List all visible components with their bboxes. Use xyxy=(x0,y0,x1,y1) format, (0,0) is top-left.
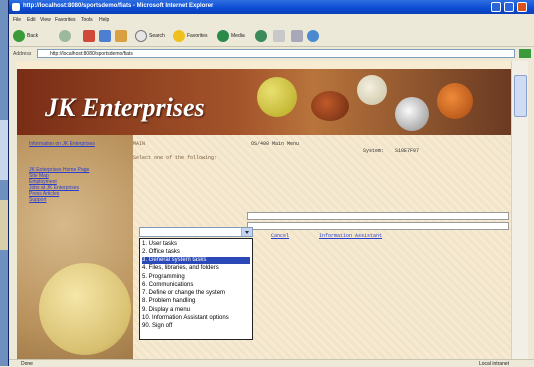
address-bar: Address http://localhost:8080/sportsdemo… xyxy=(9,48,534,60)
information-assistant-link[interactable]: Information Assistant xyxy=(319,233,382,239)
go-button[interactable] xyxy=(519,49,531,58)
favorites-label: Favorites xyxy=(187,33,208,39)
media-label: Media xyxy=(231,33,245,39)
tennis-ball-image xyxy=(39,263,131,355)
background-window-strip xyxy=(0,200,8,250)
dropdown-option[interactable]: 6. Communications xyxy=(142,282,250,289)
ie-icon xyxy=(12,3,20,11)
zone-indicator: Local intranet xyxy=(479,361,510,367)
basketball-image xyxy=(437,83,473,119)
search-icon xyxy=(135,30,147,42)
sidebar-link-support[interactable]: Support xyxy=(29,197,47,203)
dropdown-option[interactable]: 7. Define or change the system xyxy=(142,290,250,297)
browser-window: http://localhost:8080/sportsdemo/fiats -… xyxy=(8,0,534,367)
banner: JK Enterprises xyxy=(17,69,511,135)
menu-help[interactable]: Help xyxy=(99,17,109,23)
dropdown-option[interactable]: 1. User tasks xyxy=(142,241,250,248)
menu-edit[interactable]: Edit xyxy=(27,17,36,23)
dropdown-option[interactable]: 8. Problem handling xyxy=(142,298,250,305)
mail-icon xyxy=(273,30,285,42)
address-input[interactable]: http://localhost:8080/sportsdemo/fiats xyxy=(37,49,515,58)
baseball-image xyxy=(357,75,387,105)
address-label: Address xyxy=(13,51,32,57)
dropdown-option[interactable]: 9. Display a menu xyxy=(142,307,250,314)
dropdown-option[interactable]: 5. Programming xyxy=(142,274,250,281)
maximize-button[interactable] xyxy=(504,2,514,12)
home-icon xyxy=(115,30,127,42)
parameter-input[interactable] xyxy=(247,222,509,230)
dropdown-option[interactable]: 4. Files, libraries, and folders xyxy=(142,265,250,272)
refresh-icon xyxy=(99,30,111,42)
instruction-text: Select one of the following: xyxy=(133,155,218,161)
menu-favorites[interactable]: Favorites xyxy=(55,17,76,23)
system-name-label: System: xyxy=(363,148,385,154)
dropdown-option[interactable]: 2. Office tasks xyxy=(142,249,250,256)
brand-logo: JK Enterprises xyxy=(45,93,205,122)
status-text: Done xyxy=(21,361,33,367)
search-label: Search xyxy=(149,33,165,39)
background-window-strip xyxy=(0,120,8,180)
dropdown-option[interactable]: 10. Information Assistant options xyxy=(142,315,250,322)
scrollbar-thumb[interactable] xyxy=(514,75,527,117)
chevron-down-icon xyxy=(245,231,249,234)
command-input[interactable] xyxy=(247,212,509,220)
printer-icon xyxy=(291,30,303,42)
dropdown-option[interactable]: 90. Sign off xyxy=(142,323,250,330)
menu-bar: File Edit View Favorites Tools Help xyxy=(9,15,534,25)
window-title: http://localhost:8080/sportsdemo/fiats -… xyxy=(23,3,214,9)
cancel-link[interactable]: Cancel xyxy=(271,233,289,239)
page-content: JK Enterprises Information on JK Enterpr… xyxy=(17,61,511,359)
sidebar-heading[interactable]: Information on JK Enterprises xyxy=(29,141,95,147)
title-bar[interactable]: http://localhost:8080/sportsdemo/fiats -… xyxy=(9,0,534,14)
dropdown-option-selected[interactable]: 3. General system tasks xyxy=(142,257,250,264)
messenger-icon xyxy=(307,30,319,42)
football-image xyxy=(311,91,349,121)
desktop-background xyxy=(0,0,8,366)
menu-file[interactable]: File xyxy=(13,17,21,23)
menu-tools[interactable]: Tools xyxy=(81,17,93,23)
star-icon xyxy=(173,30,185,42)
system-name-value: S10E7F07 xyxy=(395,148,420,154)
tennis-ball-image xyxy=(257,77,297,117)
menu-view[interactable]: View xyxy=(40,17,51,23)
vertical-scrollbar[interactable] xyxy=(511,61,528,359)
screen-title: OS/400 Main Menu xyxy=(251,141,300,147)
option-dropdown[interactable] xyxy=(139,227,253,237)
stop-icon xyxy=(83,30,95,42)
dropdown-arrow[interactable] xyxy=(241,228,252,236)
soccer-ball-image xyxy=(395,97,429,131)
back-label: Back xyxy=(27,33,39,39)
history-icon xyxy=(255,30,267,42)
forward-arrow-icon xyxy=(59,30,71,42)
menu-id-label: MAIN xyxy=(133,141,146,147)
back-arrow-icon xyxy=(13,30,25,42)
close-button[interactable] xyxy=(517,2,527,12)
sidebar: Information on JK Enterprises JK Enterpr… xyxy=(17,135,133,359)
address-url: http://localhost:8080/sportsdemo/fiats xyxy=(50,51,133,57)
minimize-button[interactable] xyxy=(491,2,501,12)
dropdown-list: 1. User tasks 2. Office tasks 3. General… xyxy=(139,238,253,340)
media-icon xyxy=(217,30,229,42)
toolbar: Back Search Favorites Media xyxy=(9,26,534,47)
